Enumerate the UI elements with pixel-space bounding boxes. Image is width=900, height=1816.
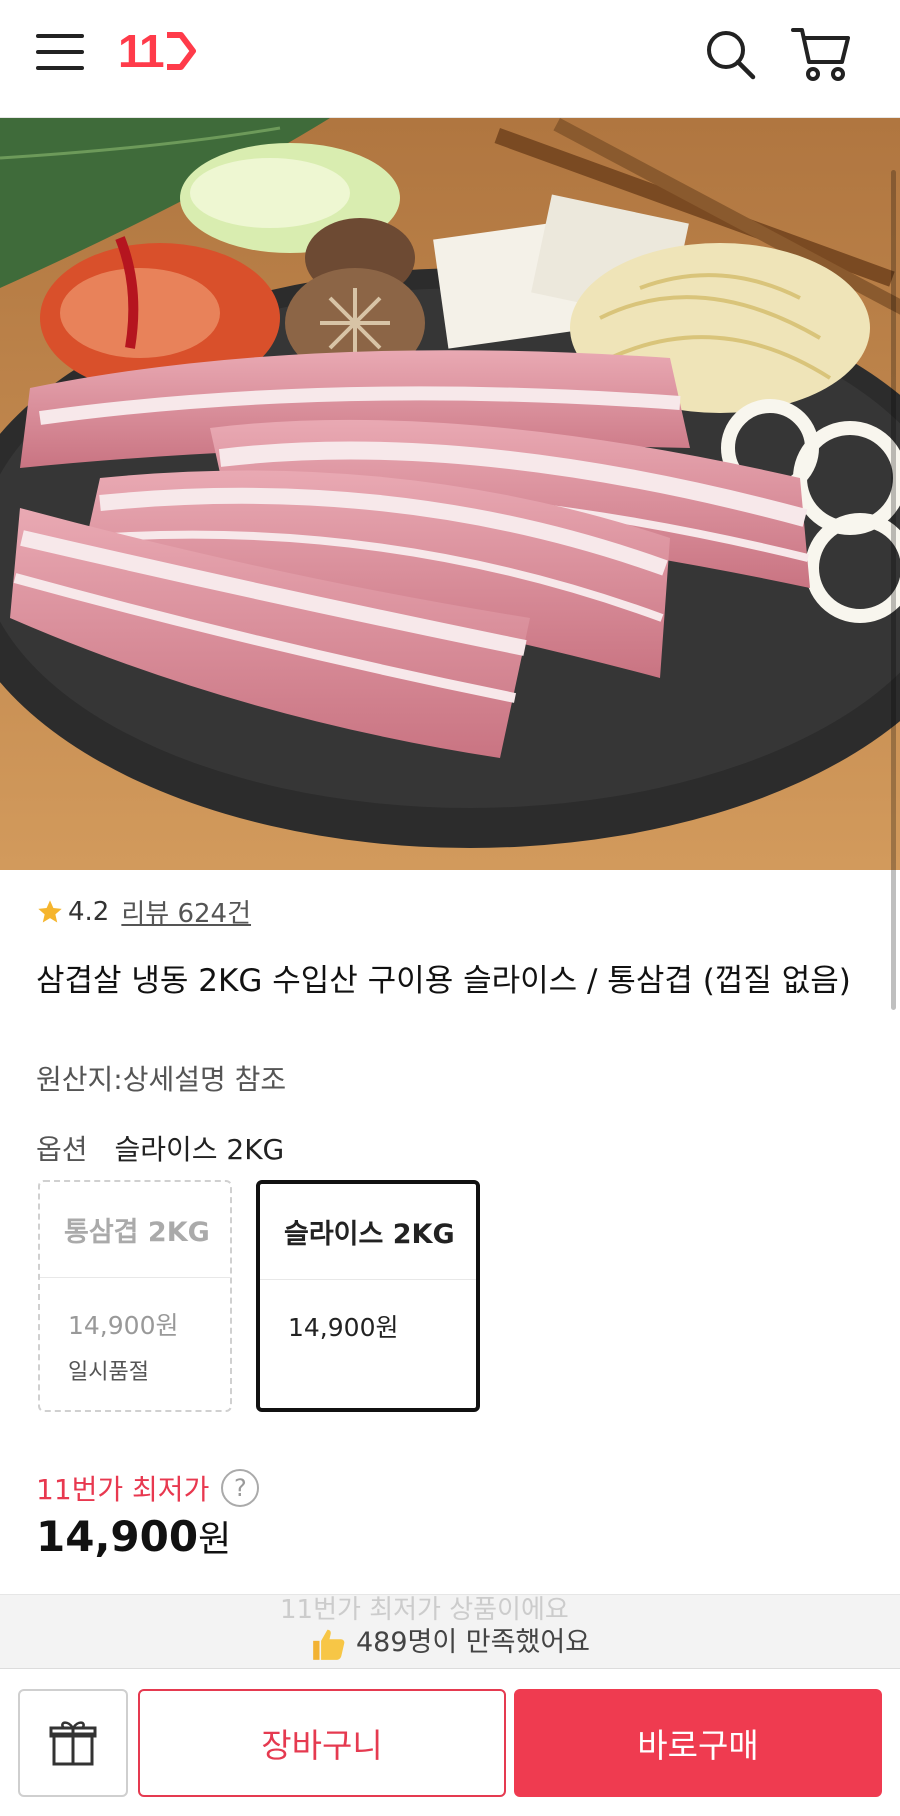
price-number: 14,900 xyxy=(36,1512,199,1561)
option-card-whole[interactable]: 통삼겹 2KG 14,900원 일시품절 xyxy=(38,1180,232,1412)
lowest-price-row: 11번가 최저가 ? xyxy=(36,1468,260,1508)
option-price: 14,900원 xyxy=(288,1313,399,1342)
price-unit: 원 xyxy=(198,1519,232,1560)
gift-icon xyxy=(49,1721,97,1766)
logo-text: 11 xyxy=(118,25,165,77)
rating-value: 4.2 xyxy=(68,896,110,927)
action-bar: 장바구니 바로구매 xyxy=(0,1668,900,1816)
hamburger-menu-icon[interactable] xyxy=(36,32,84,72)
product-origin: 원산지:상세설명 참조 xyxy=(36,1063,287,1096)
add-to-cart-button[interactable]: 장바구니 xyxy=(138,1689,506,1797)
satisfaction-label: 489명이 만족했어요 xyxy=(356,1627,590,1658)
option-row: 옵션 슬라이스 2KG xyxy=(36,1128,284,1168)
pork-belly-photo xyxy=(0,118,900,870)
divider xyxy=(40,1277,230,1278)
star-icon xyxy=(38,899,62,922)
product-image[interactable] xyxy=(0,118,900,870)
option-status: 일시품절 xyxy=(68,1360,149,1385)
logo[interactable]: 11 xyxy=(118,25,197,77)
rating-row: 4.2 리뷰 624건 xyxy=(36,893,251,930)
header: 11 xyxy=(0,0,900,118)
buy-now-button[interactable]: 바로구매 xyxy=(514,1689,882,1797)
satisfaction-text: 489명이 만족했어요 xyxy=(0,1620,900,1663)
option-name: 슬라이스 2KG xyxy=(284,1219,455,1250)
divider xyxy=(260,1279,476,1280)
scroll-indicator[interactable] xyxy=(891,170,896,1010)
review-count-link[interactable]: 리뷰 624건 xyxy=(121,893,251,930)
cart-icon[interactable] xyxy=(790,24,852,84)
option-selected-value: 슬라이스 2KG xyxy=(114,1133,285,1166)
option-card-slice[interactable]: 슬라이스 2KG 14,900원 xyxy=(256,1180,480,1412)
logo-arrow-icon xyxy=(166,32,196,70)
gift-button[interactable] xyxy=(18,1689,128,1797)
option-label: 옵션 xyxy=(36,1133,88,1166)
question-icon[interactable]: ? xyxy=(221,1469,260,1507)
lowest-price-label: 11번가 최저가 xyxy=(36,1473,210,1506)
product-price: 14,900원 xyxy=(36,1510,231,1562)
option-price: 14,900원 xyxy=(68,1311,179,1340)
search-icon[interactable] xyxy=(702,26,758,82)
option-name: 통삼겹 2KG xyxy=(64,1217,210,1248)
thumbs-up-icon xyxy=(313,1629,345,1660)
product-title: 삼겹살 냉동 2KG 수입산 구이용 슬라이스 / 통삼겹 (껍질 없음) xyxy=(36,963,851,999)
